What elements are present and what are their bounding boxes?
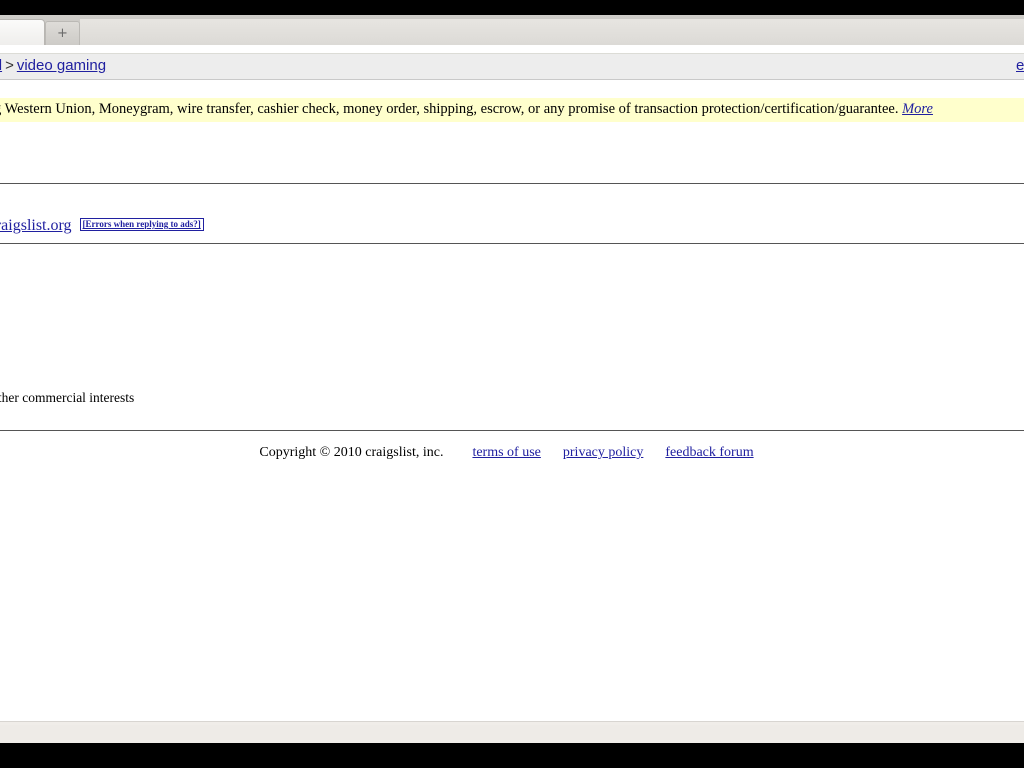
browser-tab-strip: +	[0, 15, 1024, 45]
plus-icon: +	[57, 26, 68, 41]
reply-block: DT 9@craigslist.org [Errors when replying…	[0, 196, 204, 236]
horizontal-scrollbar[interactable]	[0, 721, 1024, 743]
horizontal-scrollbar-thumb[interactable]	[0, 725, 1024, 740]
divider-above-reply	[0, 183, 1024, 184]
footer-link-feedback-forum[interactable]: feedback forum	[665, 445, 753, 460]
scam-warning-body: Beware any deal involving Western Union,…	[0, 101, 899, 117]
breadcrumb-link-video-gaming[interactable]: video gaming	[17, 57, 106, 74]
footer-link-privacy-policy[interactable]: privacy policy	[563, 445, 643, 460]
copyright-text: Copyright © 2010 craigslist, inc.	[259, 445, 444, 460]
page-footer: Copyright © 2010 craigslist, inc. terms o…	[0, 445, 1024, 461]
posting-date: DT	[0, 196, 204, 214]
tab-strip-filler	[80, 19, 1024, 45]
breadcrumb-bar: for sale / wanted>video gaming e	[0, 53, 1024, 80]
scam-warning-text: cally! Beware any deal involving Western…	[0, 101, 933, 118]
reply-line: 9@craigslist.org [Errors when replying to…	[0, 216, 204, 236]
browser-window: + for sale / wanted>video gaming e cally…	[0, 0, 1024, 768]
breadcrumb: for sale / wanted>video gaming	[0, 57, 106, 74]
divider-above-footer	[0, 430, 1024, 431]
top-black-band	[0, 0, 1024, 15]
browser-tab[interactable]	[0, 19, 45, 45]
posting-body-text: ith services or other commercial interes…	[0, 390, 135, 405]
errors-when-replying-link[interactable]: [Errors when replying to ads?]	[79, 218, 204, 231]
bottom-black-band	[0, 743, 1024, 768]
breadcrumb-right-link[interactable]: e	[1016, 57, 1024, 74]
page-viewport: for sale / wanted>video gaming e cally! …	[0, 45, 1024, 721]
breadcrumb-separator: >	[5, 57, 14, 74]
new-tab-button[interactable]: +	[45, 21, 80, 45]
scam-warning-more-link[interactable]: More	[902, 101, 933, 117]
scam-warning-banner: cally! Beware any deal involving Western…	[0, 98, 1024, 122]
footer-link-terms-of-use[interactable]: terms of use	[472, 445, 540, 460]
breadcrumb-right-link-partial: e	[1016, 57, 1024, 74]
divider-below-reply	[0, 243, 1024, 244]
reply-email-link[interactable]: 9@craigslist.org	[0, 217, 72, 234]
